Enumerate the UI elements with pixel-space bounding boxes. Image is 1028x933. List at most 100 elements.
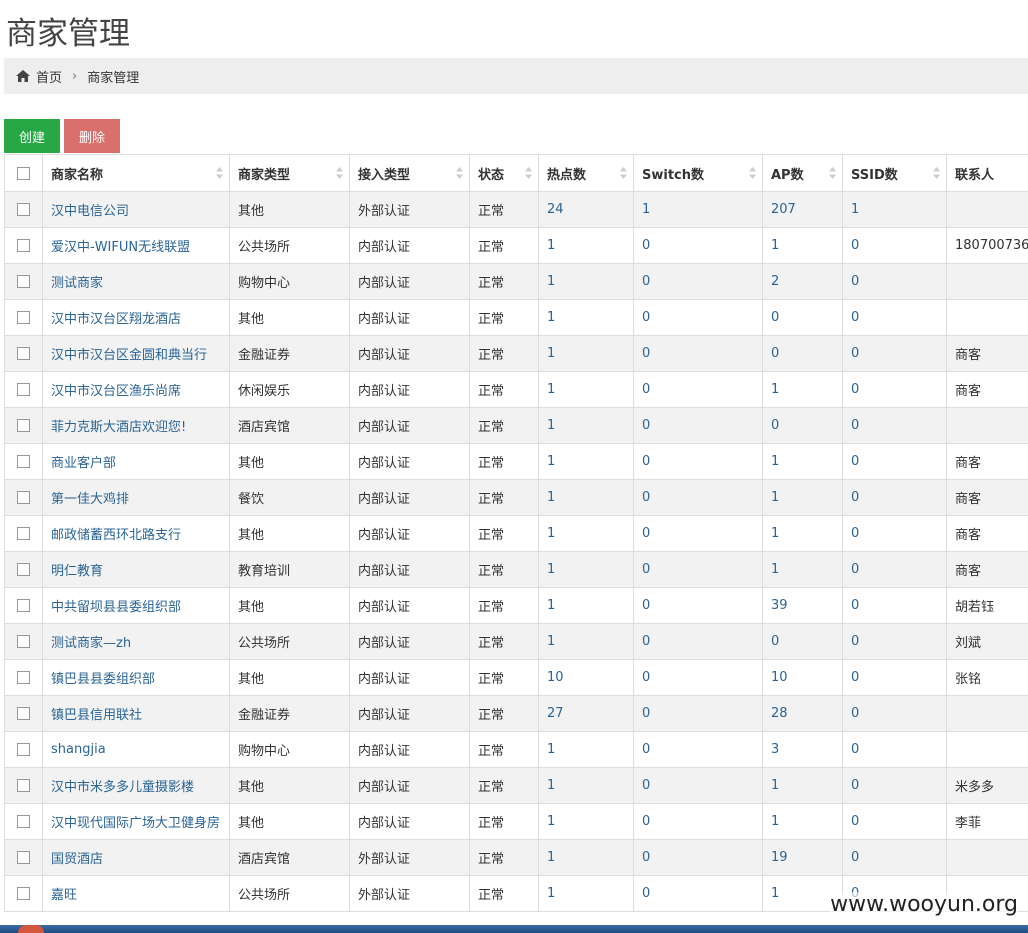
merchant-name-link[interactable]: 商业客户部 — [51, 456, 116, 471]
row-checkbox-cell[interactable] — [4, 371, 43, 408]
merchant-name-link[interactable]: 邮政储蓄西环北路支行 — [51, 528, 181, 543]
sort-icon[interactable] — [336, 167, 343, 179]
row-checkbox-cell[interactable] — [4, 767, 43, 804]
cell-ap-count: 207 — [762, 191, 843, 228]
column-header-ssid-count[interactable]: SSID数 — [842, 154, 947, 192]
row-checkbox[interactable] — [17, 635, 30, 648]
table-row: 菲力克斯大酒店欢迎您! 酒店宾馆 内部认证 正常 1 0 0 0 — [4, 407, 1028, 444]
table-row: 商业客户部 其他 内部认证 正常 1 0 1 0 商客 — [4, 443, 1028, 480]
merchant-name-link[interactable]: 镇巴县信用联社 — [51, 708, 142, 723]
row-checkbox[interactable] — [17, 563, 30, 576]
row-checkbox[interactable] — [17, 455, 30, 468]
cell-value: 1 — [547, 526, 556, 541]
row-checkbox-cell[interactable] — [4, 443, 43, 480]
row-checkbox[interactable] — [17, 815, 30, 828]
cell-value: 0 — [851, 670, 860, 685]
select-all-checkbox-cell[interactable] — [4, 154, 43, 192]
cell-merchant-type: 其他 — [229, 443, 350, 480]
row-checkbox-cell[interactable] — [4, 515, 43, 552]
row-checkbox[interactable] — [17, 779, 30, 792]
column-header-merchant-type[interactable]: 商家类型 — [229, 154, 350, 192]
sort-icon[interactable] — [620, 167, 627, 179]
row-checkbox-cell[interactable] — [4, 587, 43, 624]
sort-icon[interactable] — [749, 167, 756, 179]
merchant-name-link[interactable]: 爱汉中-WIFUN无线联盟 — [51, 240, 190, 255]
merchant-name-link[interactable]: 汉中市汉台区渔乐尚席 — [51, 384, 181, 399]
merchant-name-link[interactable]: 汉中市米多多儿童摄影楼 — [51, 780, 194, 795]
delete-button[interactable]: 删除 — [64, 119, 120, 153]
cell-access-type: 内部认证 — [349, 515, 470, 552]
row-checkbox[interactable] — [17, 419, 30, 432]
merchant-name-link[interactable]: 菲力克斯大酒店欢迎您! — [51, 420, 186, 435]
row-checkbox[interactable] — [17, 383, 30, 396]
row-checkbox-cell[interactable] — [4, 731, 43, 768]
breadcrumb-home-link[interactable]: 首页 — [36, 67, 62, 86]
merchant-name-link[interactable]: 汉中市汉台区翔龙酒店 — [51, 312, 181, 327]
row-checkbox-cell[interactable] — [4, 623, 43, 660]
merchant-name-link[interactable]: 第一佳大鸡排 — [51, 492, 129, 507]
cell-merchant-type: 金融证券 — [229, 695, 350, 732]
select-all-checkbox[interactable] — [17, 166, 30, 180]
merchant-name-link[interactable]: 镇巴县县委组织部 — [51, 672, 155, 687]
cell-hotspot-count: 1 — [538, 587, 634, 624]
sort-icon[interactable] — [456, 167, 463, 179]
column-header-contact[interactable]: 联系人 — [946, 154, 1028, 192]
row-checkbox[interactable] — [17, 527, 30, 540]
cell-value: 正常 — [478, 816, 505, 831]
sort-icon[interactable] — [216, 167, 223, 179]
row-checkbox-cell[interactable] — [4, 335, 43, 372]
home-icon[interactable] — [16, 70, 30, 82]
column-header-hotspot-count[interactable]: 热点数 — [538, 154, 634, 192]
row-checkbox[interactable] — [17, 347, 30, 360]
row-checkbox-cell[interactable] — [4, 551, 43, 588]
column-header-status[interactable]: 状态 — [469, 154, 539, 192]
table-row: 汉中市汉台区渔乐尚席 休闲娱乐 内部认证 正常 1 0 1 0 商客 — [4, 371, 1028, 408]
row-checkbox[interactable] — [17, 239, 30, 252]
row-checkbox[interactable] — [17, 203, 30, 216]
row-checkbox-cell[interactable] — [4, 803, 43, 840]
merchant-name-link[interactable]: 明仁教育 — [51, 564, 103, 579]
row-checkbox-cell[interactable] — [4, 407, 43, 444]
cell-value: 0 — [642, 418, 651, 433]
row-checkbox-cell[interactable] — [4, 479, 43, 516]
row-checkbox[interactable] — [17, 887, 30, 900]
column-header-access-type[interactable]: 接入类型 — [349, 154, 470, 192]
column-header-ap-count[interactable]: AP数 — [762, 154, 843, 192]
column-header-label: 热点数 — [547, 167, 587, 183]
row-checkbox[interactable] — [17, 275, 30, 288]
row-checkbox-cell[interactable] — [4, 263, 43, 300]
cell-value: 教育培训 — [238, 564, 291, 579]
row-checkbox[interactable] — [17, 743, 30, 756]
merchant-name-link[interactable]: 国贸酒店 — [51, 852, 103, 867]
merchant-name-link[interactable]: 测试商家—zh — [51, 636, 131, 651]
merchant-name-link[interactable]: 汉中市汉台区金圆和典当行 — [51, 348, 207, 363]
row-checkbox[interactable] — [17, 851, 30, 864]
cell-hotspot-count: 1 — [538, 803, 634, 840]
row-checkbox-cell[interactable] — [4, 299, 43, 336]
column-header-switch-count[interactable]: Switch数 — [633, 154, 763, 192]
row-checkbox[interactable] — [17, 599, 30, 612]
row-checkbox-cell[interactable] — [4, 191, 43, 228]
create-button[interactable]: 创建 — [4, 119, 60, 153]
cell-status: 正常 — [469, 299, 539, 336]
row-checkbox-cell[interactable] — [4, 875, 43, 912]
merchant-name-link[interactable]: 嘉旺 — [51, 888, 77, 903]
row-checkbox[interactable] — [17, 707, 30, 720]
merchant-name-link[interactable]: shangjia — [51, 742, 106, 757]
column-header-merchant-name[interactable]: 商家名称 — [42, 154, 230, 192]
row-checkbox[interactable] — [17, 491, 30, 504]
row-checkbox-cell[interactable] — [4, 227, 43, 264]
merchant-name-link[interactable]: 测试商家 — [51, 276, 103, 291]
merchant-name-link[interactable]: 汉中电信公司 — [51, 204, 129, 219]
row-checkbox[interactable] — [17, 671, 30, 684]
row-checkbox[interactable] — [17, 311, 30, 324]
sort-icon[interactable] — [933, 167, 940, 179]
row-checkbox-cell[interactable] — [4, 839, 43, 876]
row-checkbox-cell[interactable] — [4, 659, 43, 696]
merchant-name-link[interactable]: 中共留坝县县委组织部 — [51, 600, 181, 615]
row-checkbox-cell[interactable] — [4, 695, 43, 732]
start-button[interactable] — [18, 925, 44, 933]
sort-icon[interactable] — [829, 167, 836, 179]
sort-icon[interactable] — [525, 167, 532, 179]
merchant-name-link[interactable]: 汉中现代国际广场大卫健身房 — [51, 816, 220, 831]
